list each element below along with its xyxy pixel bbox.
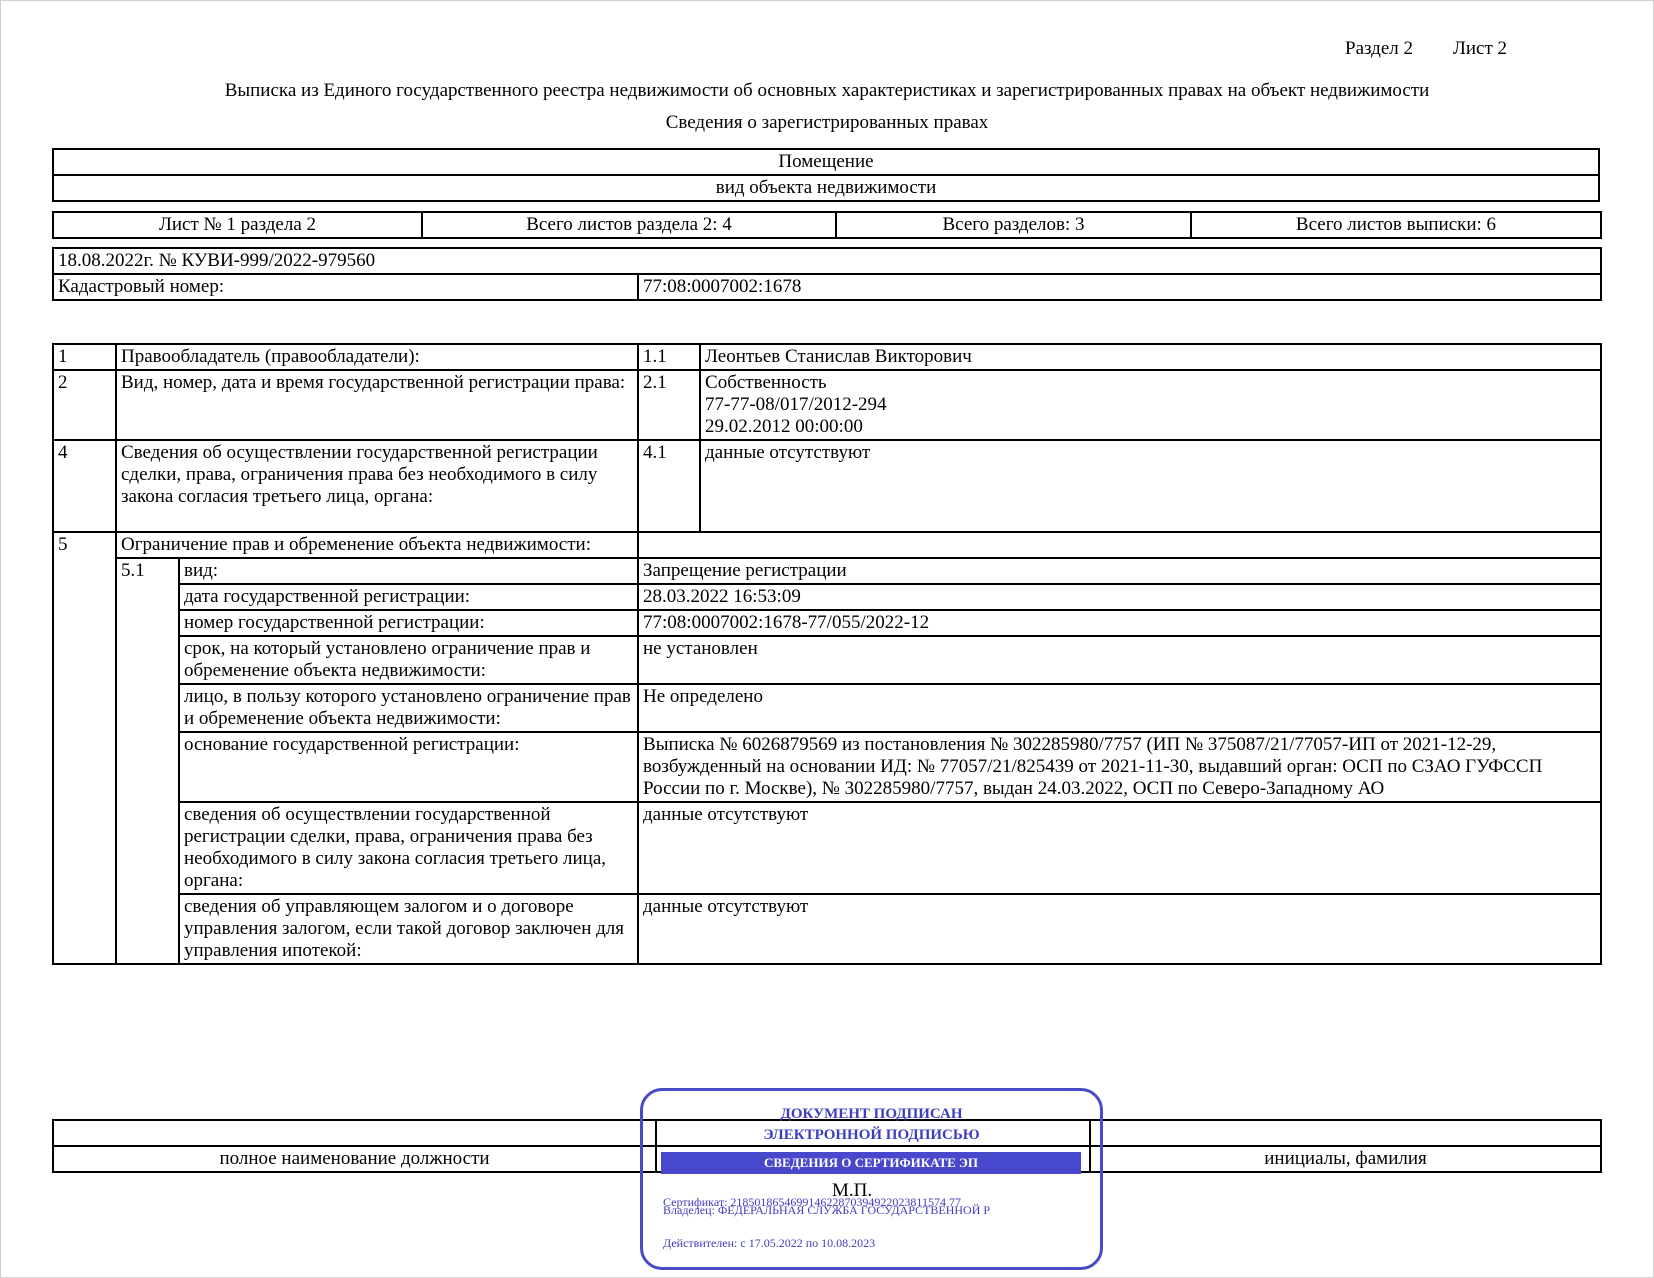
- row-sub-number: 4.1: [637, 439, 702, 533]
- section-number: Раздел 2: [1345, 38, 1413, 59]
- restriction-value: 28.03.2022 16:53:09: [637, 583, 1603, 611]
- restriction-value: не установлен: [637, 635, 1603, 685]
- total-sheets-count: Всего листов выписки: 6: [1190, 211, 1602, 239]
- table-row: 5 Ограничение прав и обременение объекта…: [52, 531, 1603, 965]
- sheet-number: Лист 2: [1453, 38, 1508, 59]
- page-header-right: Раздел 2 Лист 2: [1345, 38, 1547, 60]
- document-date-number: 18.08.2022г. № КУВИ-999/2022-979560: [51, 247, 1603, 275]
- stamp-validity: Действителен: с 17.05.2022 по 10.08.2023: [663, 1236, 876, 1250]
- electronic-signature-stamp: ДОКУМЕНТ ПОДПИСАН ЭЛЕКТРОННОЙ ПОДПИСЬЮ С…: [640, 1088, 1103, 1270]
- row-value-empty: [637, 531, 1603, 559]
- row-sub-number: 1.1: [637, 343, 702, 371]
- restriction-value: данные отсутствуют: [637, 893, 1603, 965]
- restriction-label: лицо, в пользу которого установлено огра…: [177, 683, 640, 733]
- restriction-value: Не определено: [637, 683, 1603, 733]
- restriction-row: срок, на который установлено ограничение…: [53, 635, 1603, 685]
- row-value: данные отсутствуют: [699, 439, 1603, 533]
- table-row: 4 Сведения об осуществлении государствен…: [52, 439, 1603, 533]
- row-label: Ограничение прав и обременение объекта н…: [114, 531, 640, 559]
- cadastral-label: Кадастровый номер:: [52, 273, 639, 301]
- restriction-label: дата государственной регистрации:: [177, 583, 640, 611]
- sections-count: Всего разделов: 3: [835, 211, 1192, 239]
- restriction-value: Выписка № 6026879569 из постановления № …: [637, 731, 1603, 803]
- restriction-label: сведения об осуществлении государственно…: [177, 801, 640, 895]
- section-sheets-count: Всего листов раздела 2: 4: [421, 211, 837, 239]
- table-row: 1 Правообладатель (правообладатели): 1.1…: [52, 343, 1603, 371]
- signature-position-field: [52, 1119, 657, 1147]
- document-title: Выписка из Единого государственного реес…: [224, 80, 1430, 101]
- signature-name-field: [1089, 1119, 1602, 1147]
- row-label: Правообладатель (правообладатели):: [114, 343, 640, 371]
- restriction-label: вид:: [177, 557, 640, 585]
- object-kind-label: вид объекта недвижимости: [52, 174, 1600, 202]
- position-label: полное наименование должности: [52, 1145, 657, 1173]
- restriction-label: сведения об управляющем залогом и о дого…: [177, 893, 640, 965]
- rights-table: 1 Правообладатель (правообладатели): 1.1…: [52, 343, 1603, 965]
- restriction-label: срок, на который установлено ограничение…: [177, 635, 640, 685]
- restriction-row: дата государственной регистрации: 28.03.…: [53, 583, 1603, 611]
- stamp-line-2: ЭЛЕКТРОННОЙ ПОДПИСЬЮ: [763, 1127, 980, 1143]
- row-number: 2: [52, 369, 117, 441]
- restriction-row: лицо, в пользу которого установлено огра…: [53, 683, 1603, 733]
- stamp-certificate-bar: СВЕДЕНИЯ О СЕРТИФИКАТЕ ЭП: [661, 1152, 1081, 1174]
- row-label: Вид, номер, дата и время государственной…: [114, 369, 640, 441]
- document-subtitle: Сведения о зарегистрированных правах: [665, 112, 989, 133]
- table-row: 2 Вид, номер, дата и время государственн…: [52, 369, 1603, 441]
- restriction-sub-number: 5.1: [115, 557, 180, 965]
- restriction-row: основание государственной регистрации: В…: [53, 731, 1603, 803]
- restriction-value: 77:08:0007002:1678-77/055/2022-12: [637, 609, 1603, 637]
- row-sub-number: 2.1: [637, 369, 702, 441]
- right-type: Собственность: [705, 372, 827, 393]
- row-number: 4: [52, 439, 117, 533]
- registration-number: 77-77-08/017/2012-294: [705, 394, 887, 415]
- registration-datetime: 29.02.2012 00:00:00: [705, 416, 863, 437]
- row-label: Сведения об осуществлении государственно…: [114, 439, 640, 533]
- row-number: 5: [52, 531, 117, 965]
- restriction-label: номер государственной регистрации:: [177, 609, 640, 637]
- restriction-label: основание государственной регистрации:: [177, 731, 640, 803]
- object-type-table: Помещение вид объекта недвижимости: [52, 148, 1600, 202]
- right-holder-name: Леонтьев Станислав Викторович: [699, 343, 1603, 371]
- registration-info: Собственность 77-77-08/017/2012-294 29.0…: [699, 369, 1603, 441]
- sheet-no: Лист № 1 раздела 2: [52, 211, 423, 239]
- row-number: 1: [52, 343, 117, 371]
- cadastral-value: 77:08:0007002:1678: [636, 273, 1603, 301]
- restriction-row: сведения об осуществлении государственно…: [53, 801, 1603, 895]
- sheets-info-table: Лист № 1 раздела 2 Всего листов раздела …: [52, 211, 1602, 239]
- restriction-value: Запрещение регистрации: [637, 557, 1603, 585]
- document-id-table: 18.08.2022г. № КУВИ-999/2022-979560 Када…: [51, 247, 1603, 301]
- stamp-owner: Владелец: ФЕДЕРАЛЬНАЯ СЛУЖБА ГОСУДАРСТВЕ…: [663, 1203, 991, 1217]
- stamp-line-1: ДОКУМЕНТ ПОДПИСАН: [780, 1106, 963, 1122]
- restriction-value: данные отсутствуют: [637, 801, 1603, 895]
- restriction-row: сведения об управляющем залогом и о дого…: [53, 893, 1603, 965]
- restriction-row: 5.1 вид: Запрещение регистрации: [53, 557, 1603, 965]
- initials-label: инициалы, фамилия: [1089, 1145, 1602, 1173]
- object-name: Помещение: [52, 148, 1600, 176]
- restriction-row: номер государственной регистрации: 77:08…: [53, 609, 1603, 637]
